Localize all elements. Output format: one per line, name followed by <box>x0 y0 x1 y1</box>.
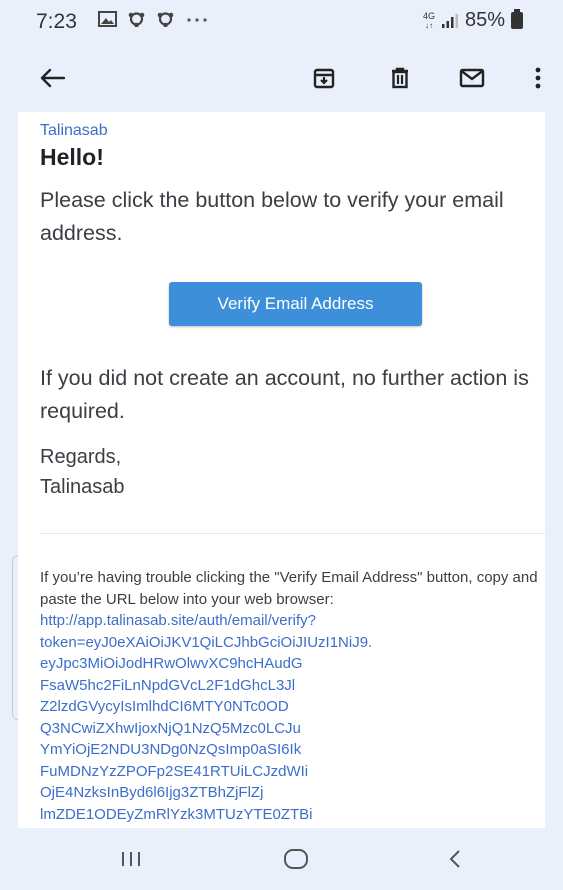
url-line: Q3NCwiZXhwIjoxNjQ1NzQ5Mzc0LCJu <box>40 719 301 737</box>
archive-button[interactable] <box>306 60 342 96</box>
signal-icon <box>441 13 458 28</box>
edge-panel-handle[interactable] <box>12 555 18 720</box>
mail-icon <box>459 68 485 88</box>
intro-text: Please click the button below to verify … <box>40 188 504 245</box>
more-notifications-icon <box>187 18 207 22</box>
status-bar: 7:23 4G ↓↑ 85% <box>6 0 557 42</box>
home-button[interactable] <box>276 842 316 876</box>
recent-apps-button[interactable] <box>111 842 151 876</box>
url-line: OjE4NzksInByd6l6Ijg3ZTBhZjFlZj <box>40 784 264 801</box>
url-line: FsaW5hc2FiLnNpdGVcL2F1dGhcL3Jl <box>40 676 296 694</box>
verify-email-button[interactable]: Verify Email Address <box>169 282 422 326</box>
url-line: YmYiOjE2NDU3NDg0NzQsImp0aSI6Ik <box>40 741 302 758</box>
sync-icon <box>157 12 174 27</box>
status-right: 4G ↓↑ 85% <box>423 9 523 32</box>
system-nav-bar <box>6 828 557 890</box>
verify-url-link-continued[interactable]: token=eyJ0eXAiOiJKV1QiLCJhbGciOiJIUzI1Ni… <box>40 632 545 826</box>
url-line: FuMDNzYzZPOFp2SE41RTUiLCJzdWIi <box>40 762 309 780</box>
url-line: token=eyJ0eXAiOiJKV1QiLCJhbGciOiJIUzI1Ni… <box>40 633 373 651</box>
delete-button[interactable] <box>382 60 418 96</box>
url-line: lmZDE1ODEyZmRlYzk3MTUzYTE0ZTBi <box>40 805 313 823</box>
regards-text: Regards, <box>40 446 122 468</box>
arrow-back-icon <box>40 68 65 88</box>
sender-name: Talinasab <box>40 122 108 139</box>
recent-apps-icon <box>122 852 140 866</box>
url-line: http://app.talinasab.site/auth/email/ver… <box>40 612 316 629</box>
sync-icon <box>128 12 145 27</box>
notification-icons <box>98 11 209 27</box>
divider <box>40 533 545 534</box>
more-options-button[interactable] <box>520 60 556 96</box>
mark-unread-button[interactable] <box>454 60 490 96</box>
url-line: eyJpc3MiOiJodHRwOlwvXC9hcHAudG <box>40 655 303 672</box>
trash-icon <box>392 67 408 89</box>
email-body: Talinasab Hello! Please click the button… <box>18 112 545 828</box>
battery-icon <box>511 9 523 29</box>
email-toolbar <box>6 42 557 112</box>
url-line: Z2lzdGVycyIsImlhdCI6MTY0NTc0OD <box>40 698 289 715</box>
back-button[interactable] <box>34 60 70 96</box>
battery-percent: 85% <box>464 9 505 31</box>
system-back-button[interactable] <box>435 842 475 876</box>
trouble-section: If you’re having trouble clicking the "V… <box>40 567 545 825</box>
gallery-icon <box>98 11 117 27</box>
no-action-text: If you did not create an account, no fur… <box>40 366 529 423</box>
signature-text: Talinasab <box>40 476 125 498</box>
phone-screen: 7:23 4G ↓↑ 85% Talinasab Hello! Please c… <box>0 0 563 890</box>
verify-url-link[interactable]: http://app.talinasab.site/auth/email/ver… <box>40 612 316 629</box>
trouble-text: If you’re having trouble clicking the "V… <box>40 569 538 608</box>
network-type: 4G ↓↑ <box>422 10 435 30</box>
home-icon <box>284 849 308 869</box>
status-time: 7:23 <box>36 10 77 33</box>
more-vert-icon <box>535 67 541 89</box>
sign-off: Regards, Talinasab <box>40 442 125 502</box>
greeting: Hello! <box>40 144 104 170</box>
chevron-left-icon <box>449 850 460 868</box>
archive-icon <box>313 68 335 89</box>
